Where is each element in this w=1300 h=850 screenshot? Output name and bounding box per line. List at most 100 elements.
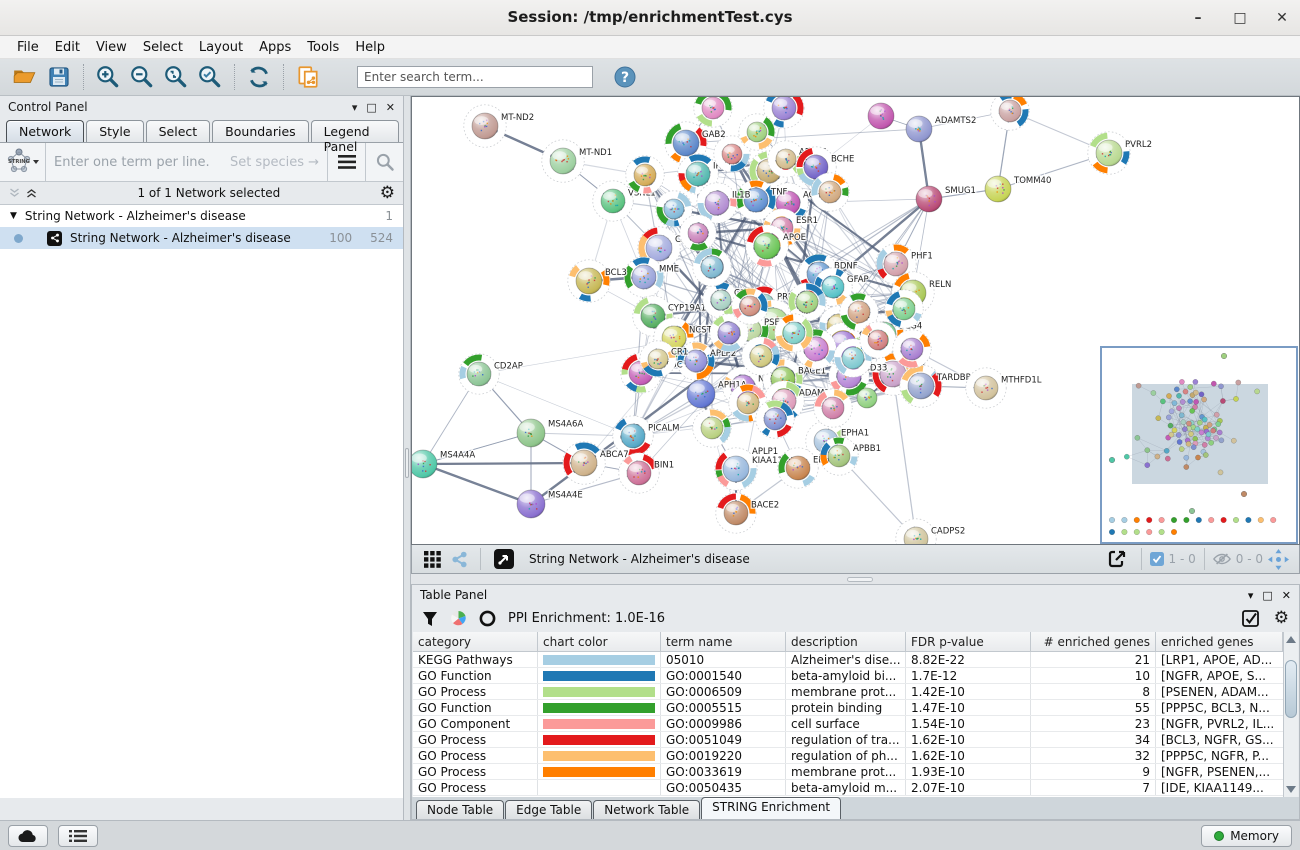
pie-chart-icon[interactable] xyxy=(450,610,467,627)
network-node[interactable] xyxy=(893,330,931,368)
network-node-ms4a4e[interactable]: MS4A4E xyxy=(517,490,583,518)
network-node[interactable] xyxy=(732,288,768,324)
network-node[interactable] xyxy=(775,314,813,352)
network-style-button[interactable] xyxy=(447,544,471,574)
string-protein-query-selector[interactable]: STRING xyxy=(0,143,46,181)
network-node[interactable] xyxy=(739,114,775,150)
cloud-tasks-button[interactable] xyxy=(8,825,48,847)
table-panel-menu-icon[interactable]: ▾ xyxy=(1248,589,1254,602)
column-header[interactable]: chart color xyxy=(538,632,661,651)
grid-view-button[interactable] xyxy=(419,544,445,574)
column-header[interactable]: FDR p-value xyxy=(906,632,1031,651)
network-node[interactable] xyxy=(693,409,731,447)
open-in-string-button[interactable] xyxy=(490,544,518,574)
collection-row[interactable]: ▼ String Network - Alzheimer's disease 1 xyxy=(0,205,403,227)
import-network-button[interactable] xyxy=(292,62,324,92)
scroll-down-icon[interactable] xyxy=(1286,786,1296,793)
refresh-button[interactable] xyxy=(243,62,275,92)
network-node-apbb1[interactable]: APBB1 xyxy=(820,437,881,475)
table-row[interactable]: GO ProcessGO:0051049regulation of tra...… xyxy=(413,732,1283,748)
string-search-button[interactable] xyxy=(365,143,403,181)
maximize-button[interactable]: □ xyxy=(1232,10,1248,26)
menu-tools[interactable]: Tools xyxy=(300,38,346,57)
help-button[interactable]: ? xyxy=(609,62,641,92)
network-row[interactable]: String Network - Alzheimer's disease 100… xyxy=(0,227,403,249)
network-node[interactable] xyxy=(626,156,664,194)
table-row[interactable]: GO FunctionGO:0005515protein binding1.47… xyxy=(413,700,1283,716)
save-session-button[interactable] xyxy=(43,62,75,92)
tab-node-table[interactable]: Node Table xyxy=(416,800,504,819)
memory-button[interactable]: Memory xyxy=(1201,825,1292,847)
column-header[interactable]: enriched genes xyxy=(1156,632,1283,651)
menu-view[interactable]: View xyxy=(89,38,134,57)
gear-icon[interactable]: ⚙ xyxy=(380,185,395,202)
network-node[interactable] xyxy=(693,248,731,286)
table-row[interactable]: GO ProcessGO:0019220regulation of ph...1… xyxy=(413,748,1283,764)
network-node[interactable] xyxy=(868,103,894,129)
search-input[interactable] xyxy=(357,66,593,88)
network-node[interactable] xyxy=(885,290,923,328)
open-session-button[interactable] xyxy=(9,62,41,92)
splitter-grip-horizontal[interactable] xyxy=(847,577,873,582)
table-scrollbar[interactable] xyxy=(1283,632,1298,797)
zoom-in-button[interactable] xyxy=(92,62,124,92)
tab-style[interactable]: Style xyxy=(86,120,143,142)
vertical-splitter[interactable] xyxy=(404,96,411,820)
string-query-input[interactable]: Enter one term per line. Set species → xyxy=(46,155,327,170)
zoom-out-button[interactable] xyxy=(126,62,158,92)
menu-file[interactable]: File xyxy=(10,38,46,57)
menu-help[interactable]: Help xyxy=(348,38,392,57)
network-node-cd2ap[interactable]: CD2AP xyxy=(459,354,523,394)
table-panel-close-icon[interactable]: ✕ xyxy=(1282,589,1291,602)
network-node-tomm40[interactable]: TOMM40 xyxy=(985,176,1051,202)
panel-menu-icon[interactable]: ▾ xyxy=(352,101,358,114)
network-node-bace2[interactable]: BACE2 xyxy=(716,493,779,533)
close-button[interactable]: ✕ xyxy=(1274,10,1290,26)
tab-string-enrichment[interactable]: STRING Enrichment xyxy=(701,797,841,819)
table-row[interactable]: GO ComponentGO:0009986cell surface1.54E-… xyxy=(413,716,1283,732)
network-node-bcl3[interactable]: BCL3 xyxy=(568,260,627,302)
zoom-selected-button[interactable] xyxy=(194,62,226,92)
export-network-button[interactable] xyxy=(1102,544,1132,574)
network-node[interactable] xyxy=(857,388,877,408)
network-node-pvrl2[interactable]: PVRL2 xyxy=(1088,132,1152,174)
network-node-bin1[interactable]: BIN1 xyxy=(619,453,674,493)
table-settings-gear-icon[interactable]: ⚙ xyxy=(1274,610,1289,627)
table-row[interactable]: GO ProcessGO:0033619membrane prot...1.93… xyxy=(413,764,1283,780)
menu-layout[interactable]: Layout xyxy=(192,38,250,57)
table-row[interactable]: GO ProcessGO:0050435beta-amyloid m...2.0… xyxy=(413,780,1283,796)
column-header[interactable]: # enriched genes xyxy=(1031,632,1156,651)
table-row[interactable]: GO FunctionGO:0001540beta-amyloid bi...1… xyxy=(413,668,1283,684)
collection-caret-icon[interactable]: ▼ xyxy=(10,211,17,221)
tab-legend-panel[interactable]: Legend Panel xyxy=(311,120,399,142)
ring-chart-icon[interactable] xyxy=(479,610,496,627)
tab-edge-table[interactable]: Edge Table xyxy=(505,800,592,819)
network-node-adamts2[interactable]: ADAMTS2 xyxy=(906,116,976,142)
column-header[interactable]: category xyxy=(413,632,538,651)
network-node-smug1[interactable]: SMUG1 xyxy=(916,186,976,212)
network-node[interactable] xyxy=(811,173,849,211)
network-node[interactable] xyxy=(680,215,716,251)
collapse-all-icon[interactable] xyxy=(8,187,21,199)
select-all-checkbox-icon[interactable] xyxy=(1242,610,1260,628)
task-history-button[interactable] xyxy=(58,825,98,847)
network-node-mt-nd2[interactable]: MT-ND2 xyxy=(464,105,534,147)
column-header[interactable]: term name xyxy=(661,632,786,651)
menu-edit[interactable]: Edit xyxy=(48,38,87,57)
tab-network-table[interactable]: Network Table xyxy=(593,800,700,819)
table-row[interactable]: KEGG Pathways05010Alzheimer's dise...8.8… xyxy=(413,652,1283,668)
expand-all-icon[interactable] xyxy=(25,187,38,199)
scrollbar-thumb[interactable] xyxy=(1285,660,1297,718)
tab-boundaries[interactable]: Boundaries xyxy=(212,120,308,142)
menu-select[interactable]: Select xyxy=(136,38,190,57)
network-node[interactable] xyxy=(756,400,794,438)
network-node[interactable] xyxy=(860,322,896,358)
table-row[interactable]: GO ProcessGO:0006509membrane prot...1.42… xyxy=(413,684,1283,700)
network-node[interactable] xyxy=(991,97,1029,130)
minimize-button[interactable]: – xyxy=(1190,10,1206,26)
network-node-mthfd1l[interactable]: MTHFD1L xyxy=(966,368,1042,408)
tab-network[interactable]: Network xyxy=(6,120,84,142)
string-options-button[interactable] xyxy=(327,143,365,181)
menu-apps[interactable]: Apps xyxy=(252,38,298,57)
filter-icon[interactable] xyxy=(422,611,438,627)
